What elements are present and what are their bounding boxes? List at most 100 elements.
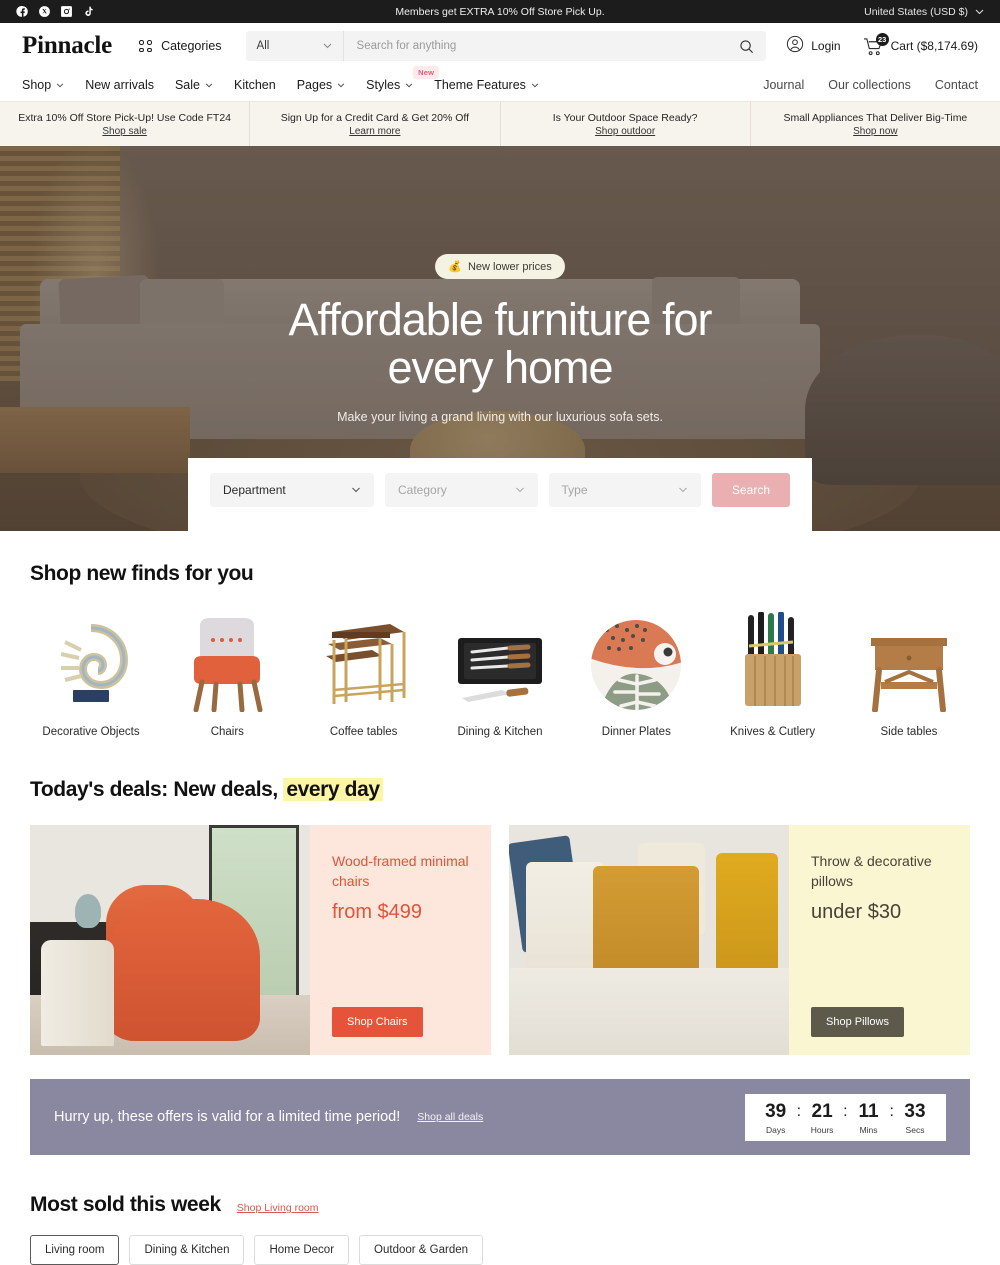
category-card-dining-kitchen[interactable]: Dining & Kitchen (439, 612, 561, 738)
facebook-icon[interactable] (16, 5, 29, 18)
tab-home-decor[interactable]: Home Decor (254, 1235, 350, 1265)
promo-link[interactable]: Shop sale (102, 126, 146, 137)
countdown-secs-value: 33 (904, 1100, 926, 1122)
shop-living-room-link[interactable]: Shop Living room (237, 1202, 319, 1214)
tab-outdoor-garden[interactable]: Outdoor & Garden (359, 1235, 484, 1265)
deals-title-highlight: every day (283, 778, 383, 801)
deals-section: Today's deals: New deals, every day (0, 744, 1000, 802)
nav-label: Theme Features (434, 78, 526, 92)
countdown-days-label: Days (765, 1124, 786, 1135)
ammonite-fossil-decor-icon (30, 612, 152, 712)
nav-item-pages[interactable]: Pages (297, 78, 345, 92)
deal-card-pillows[interactable]: Throw & decorative pillows under $30 Sho… (509, 825, 970, 1055)
nav-item-styles[interactable]: Styles New (366, 66, 440, 92)
nav-label: Kitchen (234, 78, 276, 92)
login-label: Login (811, 39, 841, 53)
search-input[interactable] (343, 40, 728, 52)
hero-heading-line1: Affordable furniture for (288, 294, 713, 345)
tab-dining-kitchen[interactable]: Dining & Kitchen (129, 1235, 245, 1265)
promo-title: Small Appliances That Deliver Big-Time (783, 111, 968, 124)
nav-primary-links: Shop New arrivals Sale Kitchen Pages Sty… (22, 66, 539, 92)
promo-link[interactable]: Shop now (853, 126, 897, 137)
deal-headline: Wood-framed minimal chairs (332, 853, 469, 890)
categories-button[interactable]: Categories (139, 39, 222, 53)
new-finds-section: Shop new finds for you (0, 531, 1000, 586)
nav-secondary-links: Journal Our collections Contact (763, 78, 978, 92)
category-card-side-tables[interactable]: Side tables (848, 612, 970, 738)
most-sold-title: Most sold this week (30, 1193, 221, 1216)
category-card-decorative-objects[interactable]: Decorative Objects (30, 612, 152, 738)
deal-cards: Wood-framed minimal chairs from $499 Sho… (30, 825, 970, 1055)
site-logo[interactable]: Pinnacle (22, 32, 112, 60)
nav-item-sale[interactable]: Sale (175, 78, 213, 92)
nav-item-journal[interactable]: Journal (763, 78, 804, 92)
category-card-dinner-plates[interactable]: Dinner Plates (575, 612, 697, 738)
nav-label: Sale (174, 78, 200, 92)
shop-pillows-button[interactable]: Shop Pillows (811, 1007, 904, 1037)
promo-strip: Extra 10% Off Store Pick-Up! Use Code FT… (0, 101, 1000, 146)
gold-and-cream-pillows-image (509, 825, 789, 1055)
new-lower-prices-label: New lower prices (467, 260, 552, 273)
type-select[interactable]: Type (548, 473, 701, 507)
nesting-coffee-tables-icon (303, 612, 425, 712)
category-label: Knives & Cutlery (730, 726, 816, 738)
promo-link[interactable]: Learn more (349, 126, 400, 137)
department-value: Department (223, 483, 286, 497)
country-label: United States (USD $) (864, 5, 968, 18)
nav-item-contact[interactable]: Contact (935, 78, 978, 92)
categories-button-label: Categories (161, 39, 222, 53)
search-icon[interactable] (727, 39, 766, 54)
promo-link[interactable]: Shop outdoor (595, 126, 655, 137)
cart-button[interactable]: 23 Cart ($8,174.69) (863, 32, 978, 56)
nav-item-theme-features[interactable]: Theme Features (434, 78, 539, 92)
nav-item-our-collections[interactable]: Our collections (828, 78, 911, 92)
shop-all-deals-link[interactable]: Shop all deals (417, 1111, 483, 1123)
nav-item-kitchen[interactable]: Kitchen (234, 78, 276, 92)
search-scope-select[interactable]: All (246, 31, 344, 61)
new-finds-title: Shop new finds for you (30, 562, 254, 585)
hero-search-button[interactable]: Search (712, 473, 790, 507)
tab-living-room[interactable]: Living room (30, 1235, 120, 1265)
hero-subheading: Make your living a grand living with our… (337, 410, 663, 425)
instagram-icon[interactable] (60, 5, 73, 18)
chevron-down-icon (337, 83, 345, 88)
wooden-side-table-icon (848, 612, 970, 712)
category-label: Coffee tables (329, 726, 398, 738)
grid-dots-icon (139, 40, 152, 52)
category-card-knives-cutlery[interactable]: Knives & Cutlery (712, 612, 834, 738)
chevron-down-icon (515, 487, 525, 493)
patterned-dinner-plate-icon (575, 612, 697, 712)
countdown-days-value: 39 (765, 1100, 787, 1122)
shopping-cart-icon: 23 (863, 32, 889, 56)
tiktok-icon[interactable] (82, 5, 95, 18)
search-scope-value: All (256, 40, 270, 52)
shop-chairs-button[interactable]: Shop Chairs (332, 1007, 423, 1037)
department-select[interactable]: Department (210, 473, 374, 507)
category-card-chairs[interactable]: Chairs (166, 612, 288, 738)
chevron-down-icon (531, 83, 539, 88)
countdown-mins-value: 11 (858, 1100, 879, 1122)
category-select[interactable]: Category (385, 473, 538, 507)
limited-time-offer-banner: Hurry up, these offers is valid for a li… (30, 1079, 970, 1155)
user-account-icon (786, 35, 804, 58)
promo-cell: Is Your Outdoor Space Ready? Shop outdoo… (501, 102, 751, 146)
promo-title: Extra 10% Off Store Pick-Up! Use Code FT… (18, 111, 232, 124)
nav-item-new-arrivals[interactable]: New arrivals (85, 78, 154, 92)
cart-label: Cart ($8,174.69) (890, 39, 978, 53)
countdown-days: 39 Days (759, 1102, 793, 1135)
most-sold-section: Most sold this week Shop Living room (0, 1155, 1000, 1217)
nav-item-shop[interactable]: Shop (22, 78, 64, 92)
deal-price: from $499 (332, 900, 423, 923)
category-card-coffee-tables[interactable]: Coffee tables (303, 612, 425, 738)
country-currency-selector[interactable]: United States (USD $) (864, 6, 984, 18)
login-button[interactable]: Login (786, 35, 841, 58)
deals-title-plain: Today's deals: New deals, (30, 778, 284, 801)
cart-count-badge: 23 (875, 32, 889, 46)
deal-card-chairs[interactable]: Wood-framed minimal chairs from $499 Sho… (30, 825, 491, 1055)
x-twitter-icon[interactable] (38, 5, 51, 18)
countdown-secs-label: Secs (905, 1124, 925, 1135)
chevron-down-icon (975, 9, 984, 15)
chevron-down-icon (56, 83, 64, 88)
new-lower-prices-badge: 💰 New lower prices (435, 254, 565, 279)
social-links (16, 5, 95, 18)
